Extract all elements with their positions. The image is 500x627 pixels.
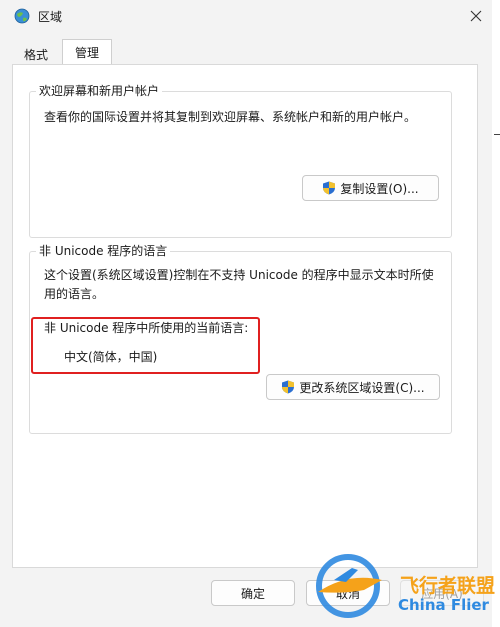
copy-settings-label: 复制设置(O)... xyxy=(340,181,419,196)
close-button[interactable] xyxy=(462,2,490,30)
tab-manage[interactable]: 管理 xyxy=(62,39,112,65)
background-strip xyxy=(492,0,500,627)
title-bar: 区域 xyxy=(0,0,492,32)
change-system-locale-label: 更改系统区域设置(C)... xyxy=(299,380,425,395)
region-dialog: 区域 格式 管理 欢迎屏幕和新用户帐户 查看你的国际设置并将其复制到欢迎屏幕、系… xyxy=(0,0,493,627)
close-icon xyxy=(470,10,482,22)
welcome-screen-group: 欢迎屏幕和新用户帐户 查看你的国际设置并将其复制到欢迎屏幕、系统帐户和新的用户帐… xyxy=(29,82,452,238)
china-flier-watermark: 飞行者联盟 China Flier xyxy=(316,554,495,618)
ok-button[interactable]: 确定 xyxy=(211,580,295,606)
non-unicode-group-legend: 非 Unicode 程序的语言 xyxy=(36,242,171,259)
red-highlight-box xyxy=(31,317,260,374)
welcome-group-legend: 欢迎屏幕和新用户帐户 xyxy=(36,82,163,99)
non-unicode-group: 非 Unicode 程序的语言 这个设置(系统区域设置)控制在不支持 Unico… xyxy=(29,242,452,434)
change-system-locale-button[interactable]: 更改系统区域设置(C)... xyxy=(266,374,440,400)
welcome-group-description: 查看你的国际设置并将其复制到欢迎屏幕、系统帐户和新的用户帐户。 xyxy=(44,110,417,124)
watermark-en: China Flier xyxy=(398,596,490,614)
uac-shield-icon xyxy=(282,380,295,394)
globe-icon xyxy=(14,8,30,24)
watermark-cn: 飞行者联盟 xyxy=(400,574,495,597)
copy-settings-button[interactable]: 复制设置(O)... xyxy=(302,175,439,201)
non-unicode-group-description: 这个设置(系统区域设置)控制在不支持 Unicode 的程序中显示文本时所使用的… xyxy=(44,268,434,301)
manage-panel: 欢迎屏幕和新用户帐户 查看你的国际设置并将其复制到欢迎屏幕、系统帐户和新的用户帐… xyxy=(12,64,478,568)
tab-format[interactable]: 格式 xyxy=(12,43,60,65)
window-title: 区域 xyxy=(38,10,63,24)
uac-shield-icon xyxy=(323,181,336,195)
background-line xyxy=(494,134,500,135)
